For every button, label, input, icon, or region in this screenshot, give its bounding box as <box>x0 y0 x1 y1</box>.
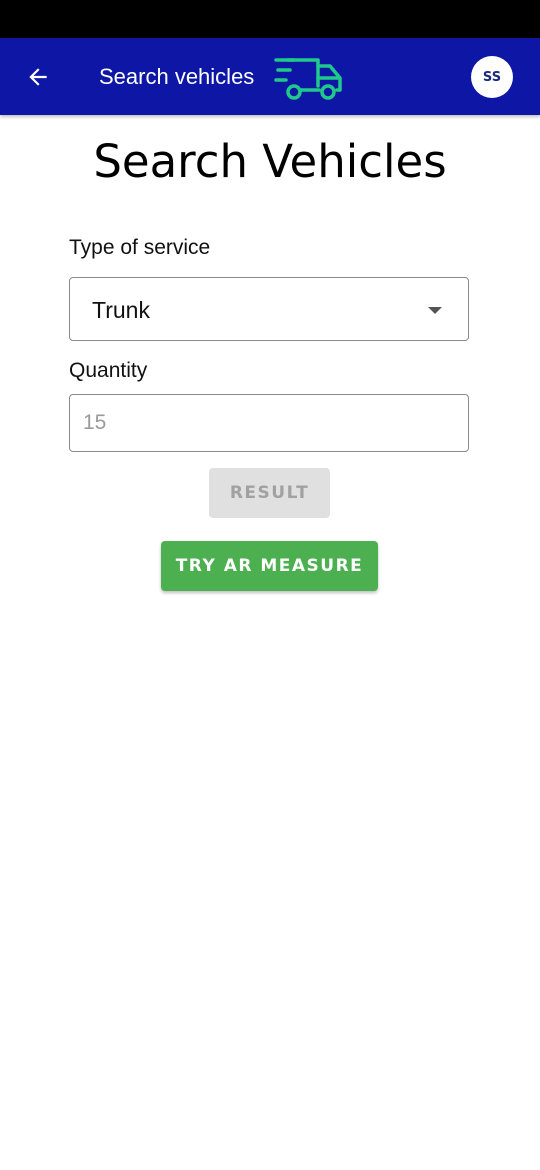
app-bar: Search vehicles SS <box>0 38 540 115</box>
status-bar <box>0 0 540 38</box>
quantity-input[interactable] <box>69 394 469 452</box>
try-ar-measure-button[interactable]: TRY AR MEASURE <box>161 541 378 591</box>
service-type-label: Type of service <box>69 236 211 259</box>
arrow-left-icon <box>29 68 47 86</box>
caret-down-icon <box>428 307 442 314</box>
result-button[interactable]: RESULT <box>209 468 330 518</box>
service-type-select[interactable]: Trunk <box>69 277 469 341</box>
avatar[interactable]: SS <box>471 56 513 98</box>
back-button[interactable] <box>18 58 58 96</box>
quantity-label: Quantity <box>69 359 148 382</box>
page-title: Search Vehicles <box>93 135 447 188</box>
service-type-value: Trunk <box>92 297 150 323</box>
delivery-truck-icon <box>274 58 342 100</box>
app-title: Search vehicles <box>99 64 255 89</box>
